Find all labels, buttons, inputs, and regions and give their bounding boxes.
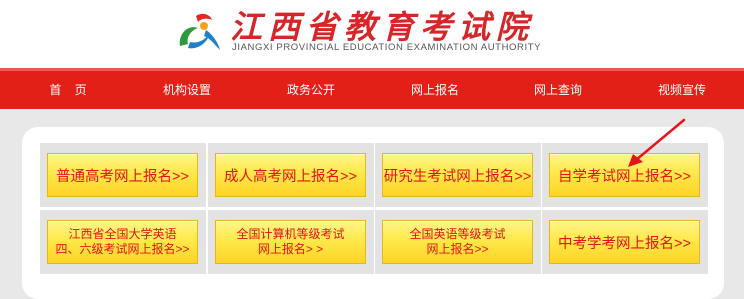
tile: 江西省全国大学英语 四、六级考试网上报名>> [40, 210, 206, 274]
zhongkao-registration-button[interactable]: 中考学考网上报名>> [549, 220, 700, 264]
tile: 中考学考网上报名>> [542, 210, 708, 274]
main-nav: 首 页 机构设置 政务公开 网上报名 网上查询 视频宣传 [0, 68, 744, 109]
jx-logo-icon [179, 13, 220, 50]
cet-registration-button[interactable]: 江西省全国大学英语 四、六级考试网上报名>> [47, 220, 198, 264]
tile: 全国英语等级考试 网上报名>> [375, 210, 541, 274]
self-study-exam-registration-button[interactable]: 自学考试网上报名>> [549, 153, 700, 197]
pets-registration-button[interactable]: 全国英语等级考试 网上报名>> [382, 220, 533, 264]
postgraduate-exam-registration-button[interactable]: 研究生考试网上报名>> [382, 153, 533, 197]
nav-item-government-affairs[interactable]: 政务公开 [279, 71, 343, 109]
regular-gaokao-registration-button[interactable]: 普通高考网上报名>> [47, 153, 198, 197]
site-title: 江西省教育考试院 [230, 8, 535, 46]
tile: 成人高考网上报名>> [208, 143, 374, 207]
ncre-registration-button[interactable]: 全国计算机等级考试 网上报名> > [215, 220, 366, 264]
tile: 全国计算机等级考试 网上报名> > [208, 210, 374, 274]
adult-gaokao-registration-button[interactable]: 成人高考网上报名>> [215, 153, 366, 197]
nav-item-home[interactable]: 首 页 [38, 71, 98, 109]
tile: 自学考试网上报名>> [542, 143, 708, 207]
nav-item-online-query[interactable]: 网上查询 [526, 71, 590, 109]
tile: 研究生考试网上报名>> [375, 143, 541, 207]
nav-item-online-registration[interactable]: 网上报名 [403, 71, 467, 109]
site-subtitle: JIANGXI PROVINCIAL EDUCATION EXAMINATION… [232, 42, 542, 53]
tile: 普通高考网上报名>> [40, 143, 206, 207]
nav-item-video[interactable]: 视频宣传 [650, 71, 714, 109]
site-header: 江西省教育考试院 JIANGXI PROVINCIAL EDUCATION EX… [0, 0, 744, 68]
nav-item-organization[interactable]: 机构设置 [155, 71, 219, 109]
